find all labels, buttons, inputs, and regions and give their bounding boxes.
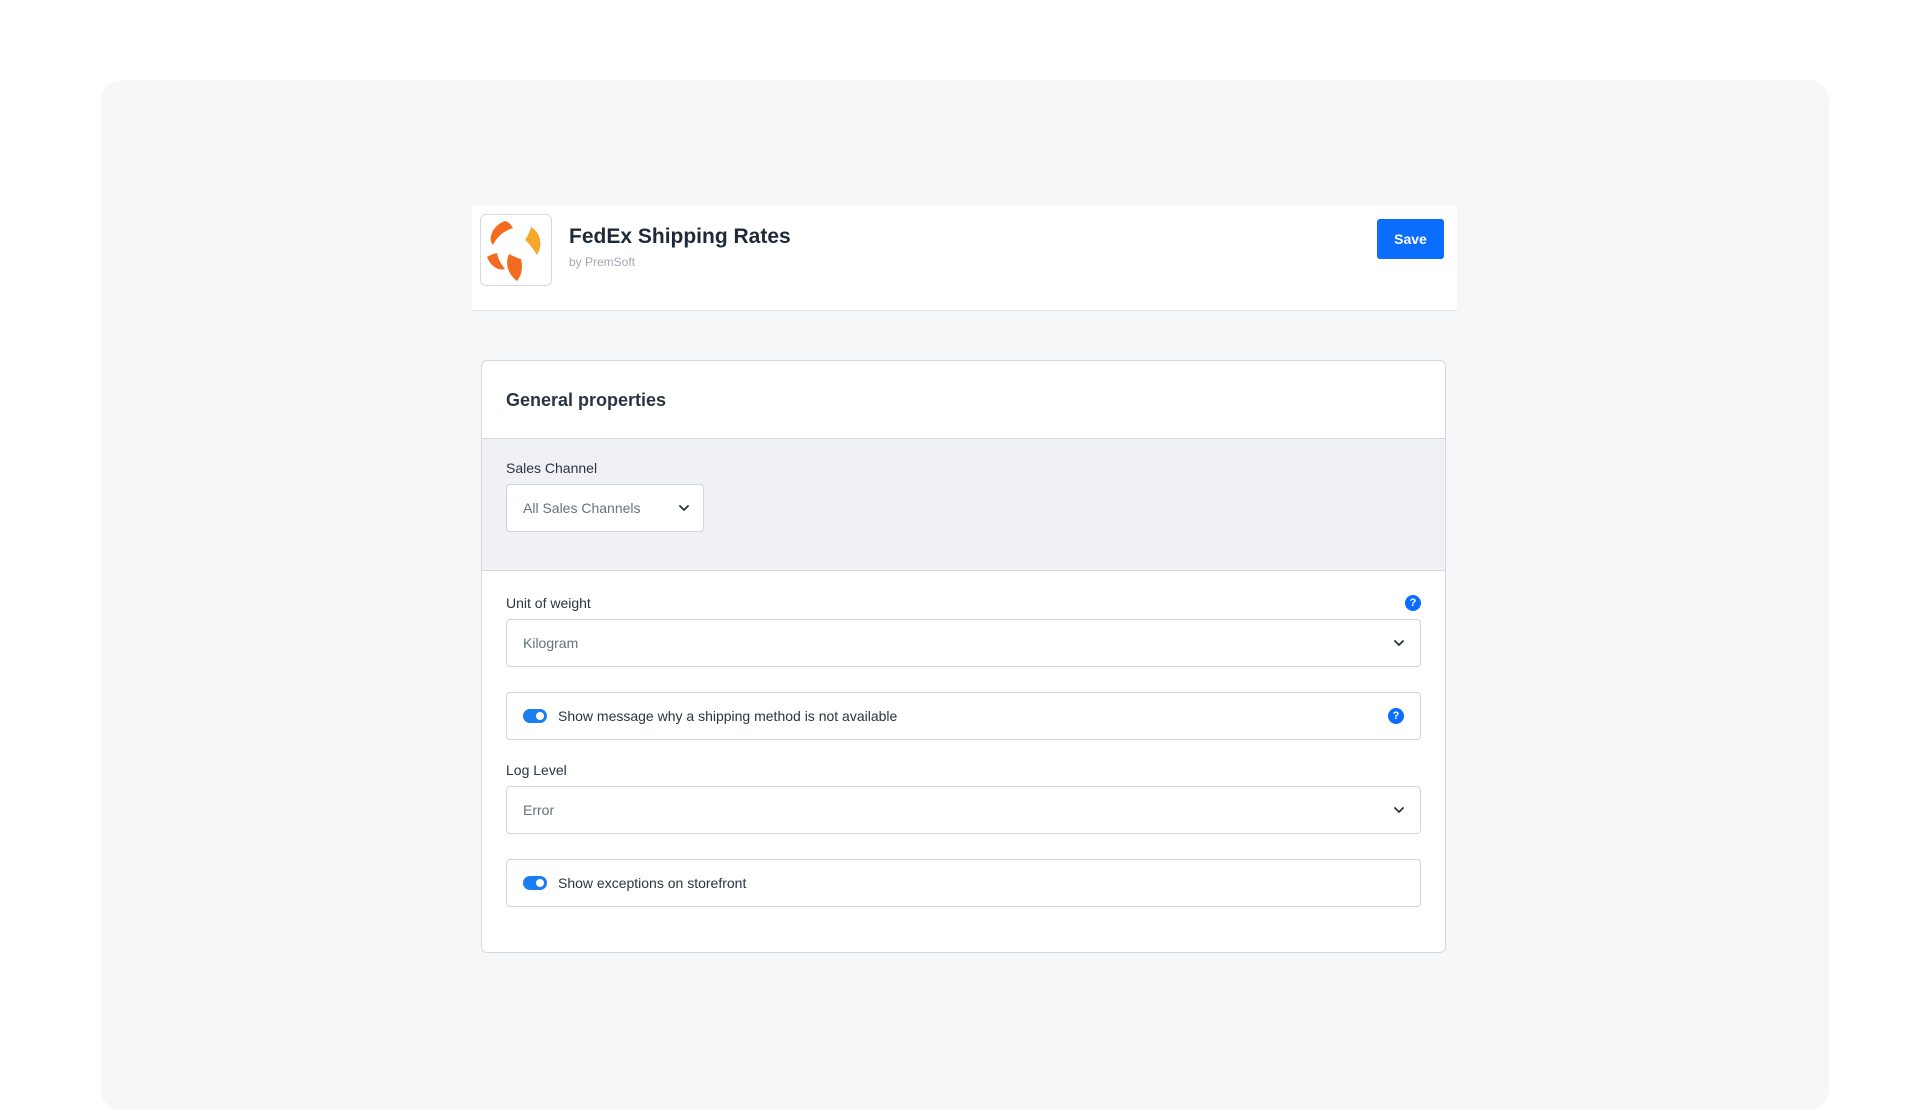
toggle-knob	[536, 712, 544, 720]
log-level-value: Error	[523, 802, 555, 818]
chevron-down-icon	[1394, 640, 1404, 646]
app-logo	[480, 214, 552, 286]
sales-channel-value: All Sales Channels	[523, 500, 641, 516]
unit-of-weight-value: Kilogram	[523, 635, 579, 651]
app-header: FedEx Shipping Rates by PremSoft Save	[472, 205, 1457, 311]
show-exceptions-toggle[interactable]	[523, 876, 547, 890]
show-unavailable-message-row: Show message why a shipping method is no…	[506, 692, 1421, 740]
sales-channel-select[interactable]: All Sales Channels	[506, 484, 704, 532]
show-unavailable-message-toggle[interactable]	[523, 709, 547, 723]
log-level-select[interactable]: Error	[506, 786, 1421, 834]
show-exceptions-row: Show exceptions on storefront	[506, 859, 1421, 907]
log-level-label: Log Level	[506, 762, 567, 778]
fedex-app-logo-icon	[487, 221, 541, 281]
show-unavailable-message-help-icon[interactable]: ?	[1388, 708, 1404, 724]
app-vendor: by PremSoft	[569, 255, 636, 269]
card-header: General properties	[482, 361, 1445, 439]
card-title: General properties	[506, 390, 667, 410]
app-title: FedEx Shipping Rates	[569, 225, 791, 248]
unit-of-weight-help-icon[interactable]: ?	[1405, 595, 1421, 611]
sales-channel-section: Sales Channel All Sales Channels	[482, 439, 1445, 571]
unit-of-weight-select[interactable]: Kilogram	[506, 619, 1421, 667]
toggle-knob	[536, 879, 544, 887]
show-unavailable-message-label: Show message why a shipping method is no…	[558, 708, 898, 724]
save-button[interactable]: Save	[1377, 219, 1444, 259]
chevron-down-icon	[679, 505, 689, 511]
general-properties-card: General properties Sales Channel All Sal…	[481, 360, 1446, 953]
unit-of-weight-label: Unit of weight	[506, 595, 591, 611]
show-exceptions-label: Show exceptions on storefront	[558, 875, 747, 891]
chevron-down-icon	[1394, 807, 1404, 813]
sales-channel-label: Sales Channel	[506, 460, 598, 476]
